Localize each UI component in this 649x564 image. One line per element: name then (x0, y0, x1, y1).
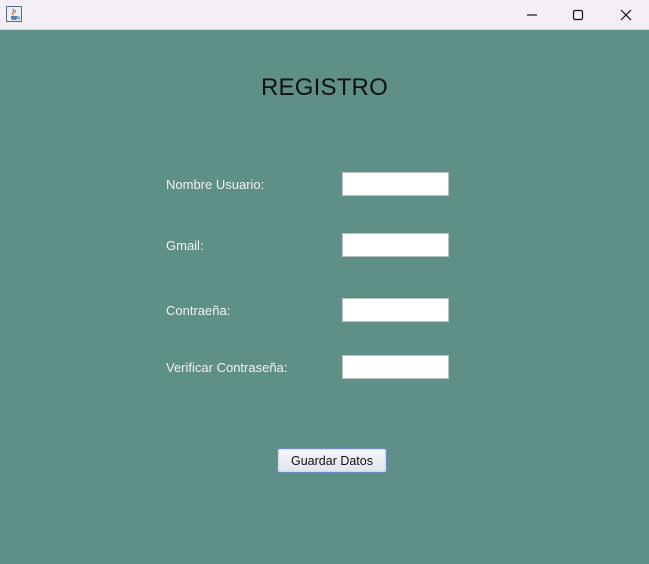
minimize-icon (527, 14, 537, 16)
username-field[interactable] (342, 172, 449, 196)
gmail-field[interactable] (342, 233, 449, 257)
password-label: Contraeña: (166, 303, 231, 318)
close-icon (620, 9, 632, 21)
verify-password-field[interactable] (342, 355, 449, 379)
java-cup-icon[interactable] (6, 6, 22, 22)
page-title: REGISTRO (261, 74, 388, 101)
window-titlebar (0, 0, 649, 30)
password-field[interactable] (342, 298, 449, 322)
minimize-button[interactable] (509, 0, 555, 30)
maximize-button[interactable] (555, 0, 601, 30)
gmail-label: Gmail: (166, 238, 204, 253)
verify-password-label: Verificar Contraseña: (166, 360, 288, 375)
close-button[interactable] (603, 0, 649, 30)
username-label: Nombre Usuario: (166, 177, 265, 192)
save-data-button[interactable]: Guardar Datos (277, 448, 387, 473)
registration-panel: REGISTRO Nombre Usuario: Gmail: Contraeñ… (0, 30, 649, 564)
maximize-icon (572, 9, 584, 21)
